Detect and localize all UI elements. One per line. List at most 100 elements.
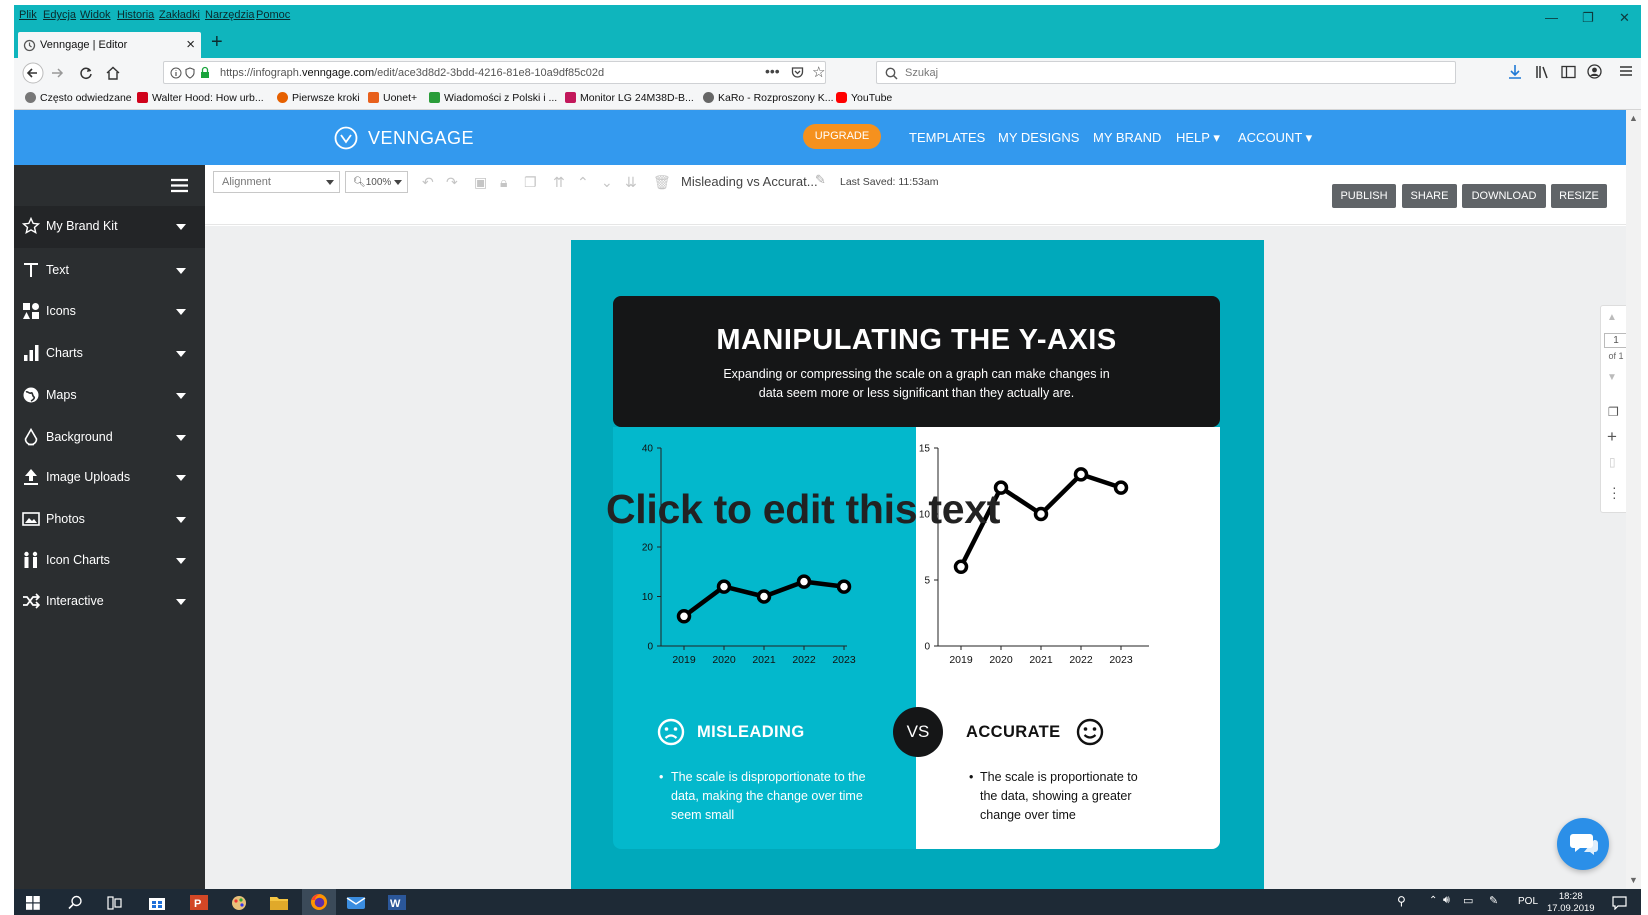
document-title[interactable]: Misleading vs Accurat... [681, 174, 818, 189]
accurate-heading[interactable]: ACCURATE [966, 723, 1061, 742]
minimize-icon[interactable]: — [1545, 10, 1558, 25]
windows-start-icon[interactable] [26, 896, 40, 910]
mail-app-icon[interactable] [346, 894, 366, 911]
people-tray-icon[interactable]: ⚲ [1397, 894, 1406, 908]
sidebar-item-maps[interactable]: Maps [14, 375, 205, 417]
more-options-icon[interactable]: · · · [1612, 480, 1617, 504]
share-button[interactable]: SHARE [1402, 184, 1457, 208]
misleading-chart[interactable]: 0 10 20 40 2019 2020 2021 2022 2023 [613, 427, 916, 687]
misleading-heading[interactable]: MISLEADING [697, 723, 805, 742]
hamburger-menu-icon[interactable] [1619, 64, 1633, 78]
browser-tab[interactable]: Venngage | Editor × [18, 32, 201, 60]
sidebar-item-interactive[interactable]: Interactive [14, 581, 205, 623]
bring-to-front-icon[interactable]: ⇈ [553, 174, 565, 191]
new-tab-icon[interactable]: + [211, 31, 223, 54]
bookmark-item[interactable]: Wiadomości z Polski i ... [429, 92, 557, 104]
menu-item-widok[interactable]: Widok [80, 9, 111, 21]
shield-icon[interactable] [185, 67, 195, 79]
nav-my-designs[interactable]: MY DESIGNS [998, 130, 1079, 145]
bookmark-star-icon[interactable]: ☆ [812, 63, 825, 81]
sidebar-item-icon-charts[interactable]: Icon Charts [14, 540, 205, 582]
sidebar-item-image-uploads[interactable]: Image Uploads [14, 457, 205, 499]
delete-page-icon[interactable]: ▯ [1609, 455, 1616, 469]
group-icon[interactable]: ▣ [474, 174, 487, 191]
search-bar[interactable]: Szukaj [876, 61, 1456, 84]
bookmark-item[interactable]: Walter Hood: How urb... [137, 92, 264, 104]
account-icon[interactable] [1587, 64, 1602, 79]
sidebar-item-text[interactable]: Text [14, 250, 205, 292]
sidebar-item-icons[interactable]: Icons [14, 291, 205, 333]
network-icon[interactable]: ▭ [1463, 894, 1473, 907]
reload-icon[interactable] [79, 66, 93, 80]
nav-my-brand[interactable]: MY BRAND [1093, 130, 1161, 145]
sidebar-item-background[interactable]: Background [14, 417, 205, 459]
lock-icon[interactable] [200, 66, 210, 79]
bookmark-item[interactable]: Często odwiedzane [25, 92, 132, 104]
paint-app-icon[interactable] [230, 894, 248, 911]
download-button[interactable]: DOWNLOAD [1462, 184, 1546, 208]
page-actions-icon[interactable]: ••• [765, 63, 780, 79]
url-bar[interactable]: https://infograph.venngage.com/edit/ace3… [163, 61, 826, 84]
taskbar-firefox-active[interactable] [302, 889, 336, 915]
menu-item-narzedzia[interactable]: Narzędzia [205, 9, 255, 21]
sidebar-toggle-icon[interactable] [1561, 65, 1576, 79]
store-icon[interactable] [148, 894, 166, 911]
bookmark-item[interactable]: Monitor LG 24M38D-B... [565, 92, 694, 104]
add-page-icon[interactable]: + [1607, 427, 1617, 447]
menu-item-edycja[interactable]: Edycja [43, 9, 76, 21]
infographic-title[interactable]: MANIPULATING THE Y-AXIS [613, 324, 1220, 357]
clock[interactable]: 18:28 17.09.2019 [1547, 891, 1595, 915]
word-icon[interactable]: W [388, 894, 406, 911]
bring-forward-icon[interactable]: ⌃ [577, 174, 589, 191]
page-up-icon[interactable]: ▲ [1607, 312, 1617, 323]
page-scrollbar[interactable]: ▲ ▼ [1626, 110, 1641, 889]
undo-icon[interactable]: ↶ [422, 174, 434, 191]
page-down-icon[interactable]: ▼ [1607, 372, 1617, 383]
forward-icon[interactable] [50, 66, 64, 80]
menu-item-plik[interactable]: Plik [19, 9, 37, 21]
menu-item-pomoc[interactable]: Pomoc [256, 9, 290, 21]
publish-button[interactable]: PUBLISH [1332, 184, 1396, 208]
misleading-bullet[interactable]: The scale is disproportionate to the dat… [671, 768, 866, 825]
nav-help[interactable]: HELP ▾ [1176, 130, 1220, 146]
taskbar-search-icon[interactable] [68, 895, 83, 910]
bookmark-item[interactable]: KaRo - Rozproszony K... [703, 92, 834, 104]
alignment-dropdown[interactable]: Alignment [213, 171, 340, 193]
info-icon[interactable] [170, 67, 182, 79]
sidebar-menu-icon[interactable] [171, 178, 188, 193]
menu-item-historia[interactable]: Historia [117, 9, 154, 21]
close-window-icon[interactable]: ✕ [1619, 10, 1630, 26]
pen-icon[interactable]: ✎ [1489, 894, 1498, 907]
tab-close-icon[interactable]: × [186, 36, 195, 53]
redo-icon[interactable]: ↷ [446, 174, 458, 191]
menu-item-zakladki[interactable]: Zakładki [159, 9, 200, 21]
copy-page-icon[interactable]: ❐ [1608, 405, 1619, 419]
infographic-subtitle[interactable]: Expanding or compressing the scale on a … [713, 365, 1120, 403]
home-icon[interactable] [106, 66, 120, 80]
send-to-back-icon[interactable]: ⇊ [625, 174, 637, 191]
chat-button[interactable] [1557, 818, 1609, 870]
task-view-icon[interactable] [107, 896, 122, 910]
nav-templates[interactable]: TEMPLATES [909, 130, 985, 145]
file-explorer-icon[interactable] [270, 895, 288, 910]
library-icon[interactable] [1535, 65, 1551, 79]
sidebar-item-my-brand-kit[interactable]: My Brand Kit [14, 206, 205, 248]
resize-button[interactable]: RESIZE [1551, 184, 1607, 208]
page-number[interactable]: 1 [1604, 333, 1628, 348]
zoom-dropdown[interactable]: 🔍︎100% [345, 171, 408, 193]
back-icon[interactable] [22, 62, 44, 84]
nav-account[interactable]: ACCOUNT ▾ [1238, 130, 1312, 146]
powerpoint-icon[interactable]: P [190, 894, 208, 911]
sidebar-item-charts[interactable]: Charts [14, 333, 205, 375]
downloads-icon[interactable] [1508, 64, 1522, 80]
keyboard-language[interactable]: POL [1518, 896, 1538, 907]
bookmark-item[interactable]: Pierwsze kroki [277, 92, 360, 104]
click-to-edit-text[interactable]: Click to edit this text [606, 486, 1000, 533]
volume-icon[interactable]: 🔊︎ [1443, 894, 1450, 907]
accurate-chart[interactable]: 0510152019 2020 2021 2022 2023 [916, 427, 1220, 687]
send-backward-icon[interactable]: ⌄ [601, 174, 613, 191]
scroll-down-icon[interactable]: ▼ [1629, 875, 1638, 885]
scroll-up-icon[interactable]: ▲ [1629, 113, 1638, 123]
title-block[interactable] [613, 296, 1220, 427]
sidebar-item-photos[interactable]: Photos [14, 499, 205, 541]
